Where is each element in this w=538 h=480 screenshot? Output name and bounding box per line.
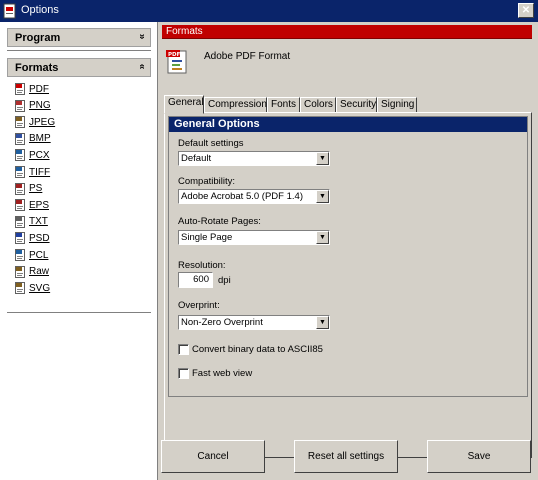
svg-file-icon [15, 282, 25, 295]
format-item-svg[interactable]: SVG [15, 281, 50, 295]
compatibility-dropdown[interactable]: Adobe Acrobat 5.0 (PDF 1.4) ▼ [178, 189, 330, 204]
main-panel: Formats PDF Adobe PDF Format General Com… [158, 22, 538, 480]
section-divider [7, 312, 151, 313]
format-item-label: BMP [29, 133, 51, 145]
bmp-file-icon [15, 132, 25, 145]
auto-rotate-label: Auto-Rotate Pages: [178, 216, 261, 227]
format-item-label: EPS [29, 199, 50, 211]
pdf-format-icon: PDF [166, 48, 190, 74]
close-icon: ✕ [521, 4, 531, 16]
resolution-input[interactable]: 600 [178, 272, 213, 288]
cancel-button-label: Cancel [197, 451, 229, 462]
format-name: Adobe PDF Format [204, 51, 291, 62]
tab-security[interactable]: Security [336, 97, 377, 113]
format-item-label: PS [29, 183, 43, 195]
tiff-file-icon [15, 166, 25, 178]
format-item-pcx[interactable]: PCX [15, 148, 50, 162]
format-item-raw[interactable]: Raw [15, 265, 49, 279]
save-button-label: Save [467, 451, 491, 462]
default-settings-label: Default settings [178, 138, 244, 149]
tab-colors[interactable]: Colors [300, 97, 336, 113]
ascii85-label: Convert binary data to ASCII85 [192, 344, 323, 355]
tab-fonts[interactable]: Fonts [267, 97, 300, 113]
tab-signing[interactable]: Signing [377, 97, 417, 113]
psd-file-icon [15, 232, 25, 245]
tab-compression[interactable]: Compression [204, 97, 267, 113]
program-section-header[interactable]: Program » [7, 28, 151, 47]
formats-title-bar: Formats [162, 25, 532, 39]
format-item-pcl[interactable]: PCL [15, 248, 48, 262]
fast-web-option[interactable]: Fast web view [178, 368, 252, 379]
section-divider [7, 50, 151, 51]
group-title: General Options [169, 117, 527, 132]
reset-button-label: Reset all settings [307, 451, 385, 462]
svg-text:PDF: PDF [168, 52, 181, 58]
title-bar[interactable]: Options ✕ [0, 0, 538, 22]
format-item-bmp[interactable]: BMP [15, 132, 51, 146]
ascii85-option[interactable]: Convert binary data to ASCII85 [178, 344, 323, 355]
ascii85-checkbox[interactable] [178, 344, 189, 355]
save-button[interactable]: Save [427, 440, 531, 473]
format-item-jpeg[interactable]: JPEG [15, 115, 55, 129]
jpeg-file-icon [15, 116, 25, 129]
fast-web-label: Fast web view [192, 368, 253, 379]
chevron-down-icon[interactable]: ▼ [316, 152, 329, 165]
sidebar: Program » Formats « PDF PNG JPEG BMP PCX TIFF… [0, 22, 158, 480]
format-item-tiff[interactable]: TIFF [15, 165, 50, 179]
chevron-up-icon: « [136, 63, 148, 70]
format-item-label: Raw [29, 266, 50, 278]
format-item-label: PCL [29, 249, 49, 261]
format-item-label: TIFF [29, 166, 51, 178]
fast-web-checkbox[interactable] [178, 368, 189, 379]
default-settings-dropdown[interactable]: Default ▼ [178, 151, 330, 166]
chevron-down-icon[interactable]: ▼ [316, 190, 329, 203]
reset-all-settings-button[interactable]: Reset all settings [294, 440, 398, 473]
format-item-txt[interactable]: TXT [15, 215, 48, 229]
ps-file-icon [15, 182, 25, 195]
general-options-group: General Options Default settings Default… [168, 116, 528, 397]
program-section-label: Program [15, 32, 61, 44]
png-file-icon [15, 99, 25, 112]
pcx-file-icon [15, 149, 25, 162]
formats-section-header[interactable]: Formats « [7, 58, 151, 77]
format-item-png[interactable]: PNG [15, 99, 51, 113]
eps-file-icon [15, 199, 25, 212]
chevron-down-icon: » [136, 33, 148, 40]
format-item-label: SVG [29, 282, 51, 294]
overprint-label: Overprint: [178, 300, 220, 311]
pcl-file-icon [15, 249, 25, 261]
raw-file-icon [15, 265, 25, 278]
resolution-label: Resolution: [178, 260, 226, 271]
default-settings-value: Default [181, 153, 212, 164]
general-tab-panel: General Options Default settings Default… [164, 112, 532, 458]
overprint-dropdown[interactable]: Non-Zero Overprint ▼ [178, 315, 330, 330]
format-item-pdf[interactable]: PDF [15, 82, 49, 96]
format-item-label: PDF [29, 83, 49, 95]
cancel-button[interactable]: Cancel [161, 440, 265, 473]
format-item-label: PCX [29, 149, 50, 161]
format-item-psd[interactable]: PSD [15, 231, 50, 245]
format-item-label: JPEG [29, 116, 56, 128]
window-title: Options [21, 4, 59, 16]
options-window: Options ✕ Program » Formats « PDF PNG JPEG… [0, 0, 538, 480]
pdf-file-icon [15, 83, 25, 95]
txt-file-icon [15, 215, 25, 228]
auto-rotate-value: Single Page [181, 232, 233, 243]
chevron-down-icon[interactable]: ▼ [316, 231, 329, 244]
close-button[interactable]: ✕ [518, 3, 534, 18]
tab-general[interactable]: General [164, 95, 204, 114]
compatibility-value: Adobe Acrobat 5.0 (PDF 1.4) [181, 191, 303, 202]
format-item-ps[interactable]: PS [15, 182, 42, 196]
format-item-label: TXT [29, 216, 48, 228]
auto-rotate-dropdown[interactable]: Single Page ▼ [178, 230, 330, 245]
overprint-value: Non-Zero Overprint [181, 317, 263, 328]
resolution-unit: dpi [218, 275, 231, 286]
chevron-down-icon[interactable]: ▼ [316, 316, 329, 329]
format-item-label: PNG [29, 100, 51, 112]
compatibility-label: Compatibility: [178, 176, 236, 187]
options-app-icon [3, 3, 17, 19]
formats-section-label: Formats [15, 62, 59, 74]
format-item-label: PSD [29, 232, 50, 244]
format-item-eps[interactable]: EPS [15, 198, 49, 212]
